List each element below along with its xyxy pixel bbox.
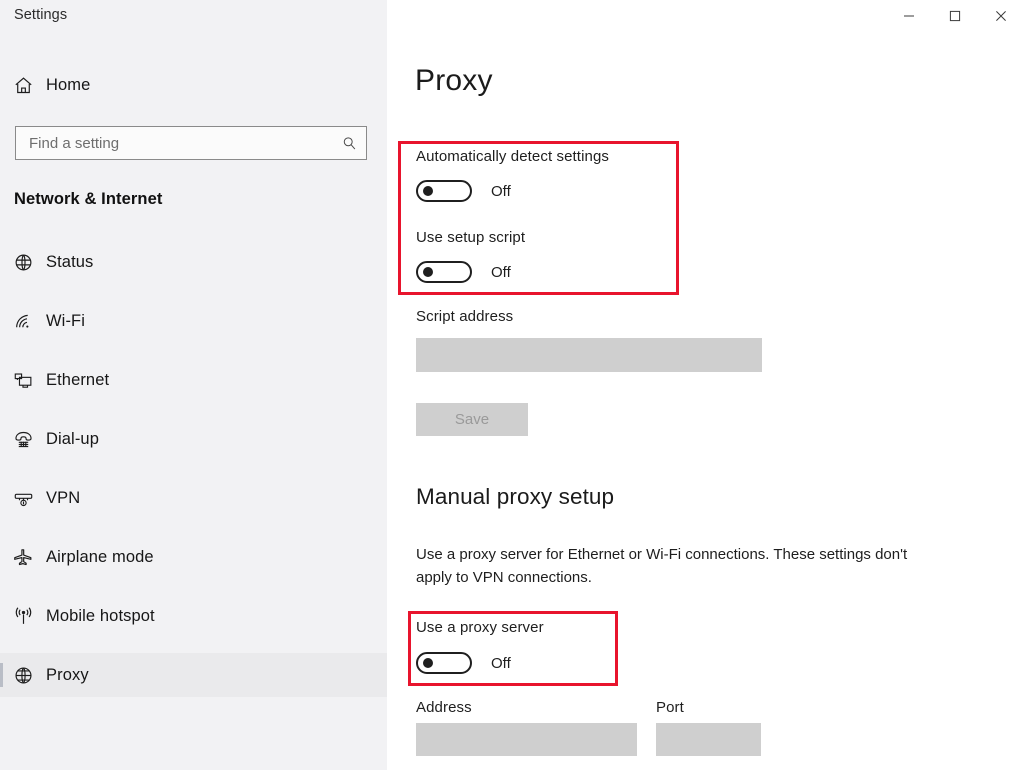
sidebar-section-heading: Network & Internet [14, 190, 163, 208]
save-button[interactable]: Save [416, 403, 528, 436]
search-box[interactable] [15, 126, 367, 160]
globe-icon [0, 665, 46, 686]
proxy-address-input[interactable] [416, 723, 637, 756]
sidebar-item-airplane-mode-label: Airplane mode [46, 547, 154, 566]
airplane-icon [0, 547, 46, 568]
vpn-icon [0, 488, 46, 509]
script-address-input[interactable] [416, 338, 762, 372]
use-proxy-server-row: Off [416, 652, 511, 674]
sidebar-item-airplane-mode[interactable]: Airplane mode [0, 535, 387, 579]
use-proxy-server-label: Use a proxy server [416, 619, 544, 636]
sidebar-item-wifi-label: Wi-Fi [46, 311, 85, 330]
dialup-phone-icon [0, 429, 46, 450]
script-address-label: Script address [416, 308, 514, 325]
hotspot-icon [0, 606, 46, 627]
proxy-port-input[interactable] [656, 723, 761, 756]
sidebar-item-mobile-hotspot[interactable]: Mobile hotspot [0, 594, 387, 638]
use-setup-script-state: Off [491, 263, 511, 281]
sidebar-item-ethernet[interactable]: Ethernet [0, 358, 387, 402]
search-icon[interactable] [332, 135, 366, 152]
sidebar-item-dialup[interactable]: Dial-up [0, 417, 387, 461]
selection-indicator [0, 663, 3, 687]
use-proxy-server-toggle[interactable] [416, 652, 472, 674]
proxy-address-label: Address [416, 699, 472, 716]
search-input[interactable] [16, 134, 332, 152]
auto-detect-settings-state: Off [491, 182, 511, 200]
use-setup-script-toggle[interactable] [416, 261, 472, 283]
sidebar-item-status-label: Status [46, 252, 94, 271]
auto-detect-settings-label: Automatically detect settings [416, 148, 609, 165]
wifi-icon [0, 311, 46, 332]
auto-detect-settings-row: Off [416, 180, 511, 202]
page-title: Proxy [415, 64, 493, 97]
app-title: Settings [14, 7, 68, 23]
manual-proxy-setup-heading: Manual proxy setup [416, 484, 615, 509]
sidebar-item-home[interactable]: Home [0, 63, 387, 107]
ethernet-icon [0, 370, 46, 391]
auto-detect-settings-toggle[interactable] [416, 180, 472, 202]
sidebar-item-status[interactable]: Status [0, 240, 387, 284]
sidebar-item-wifi[interactable]: Wi-Fi [0, 299, 387, 343]
home-icon [0, 75, 46, 96]
toggle-knob [423, 267, 433, 277]
close-button[interactable] [978, 0, 1024, 32]
sidebar: Settings Home Network & Internet [0, 0, 387, 770]
sidebar-item-proxy-label: Proxy [46, 665, 89, 684]
use-setup-script-label: Use setup script [416, 229, 526, 246]
toggle-knob [423, 186, 433, 196]
use-proxy-server-state: Off [491, 654, 511, 672]
sidebar-item-proxy[interactable]: Proxy [0, 653, 387, 697]
toggle-knob [423, 658, 433, 668]
minimize-button[interactable] [886, 0, 932, 32]
sidebar-item-mobile-hotspot-label: Mobile hotspot [46, 606, 155, 625]
sidebar-item-vpn[interactable]: VPN [0, 476, 387, 520]
settings-window: Settings Home Network & Internet [0, 0, 1024, 770]
window-controls [886, 0, 1024, 32]
manual-proxy-setup-description: Use a proxy server for Ethernet or Wi-Fi… [416, 546, 908, 586]
maximize-button[interactable] [932, 0, 978, 32]
sidebar-item-home-label: Home [46, 75, 91, 94]
sidebar-item-dialup-label: Dial-up [46, 429, 99, 448]
sidebar-item-ethernet-label: Ethernet [46, 370, 110, 389]
main-content: Proxy Automatically detect settings Off … [387, 0, 1024, 770]
use-setup-script-row: Off [416, 261, 511, 283]
proxy-port-label: Port [656, 699, 684, 716]
status-globe-icon [0, 252, 46, 273]
sidebar-item-vpn-label: VPN [46, 488, 81, 507]
